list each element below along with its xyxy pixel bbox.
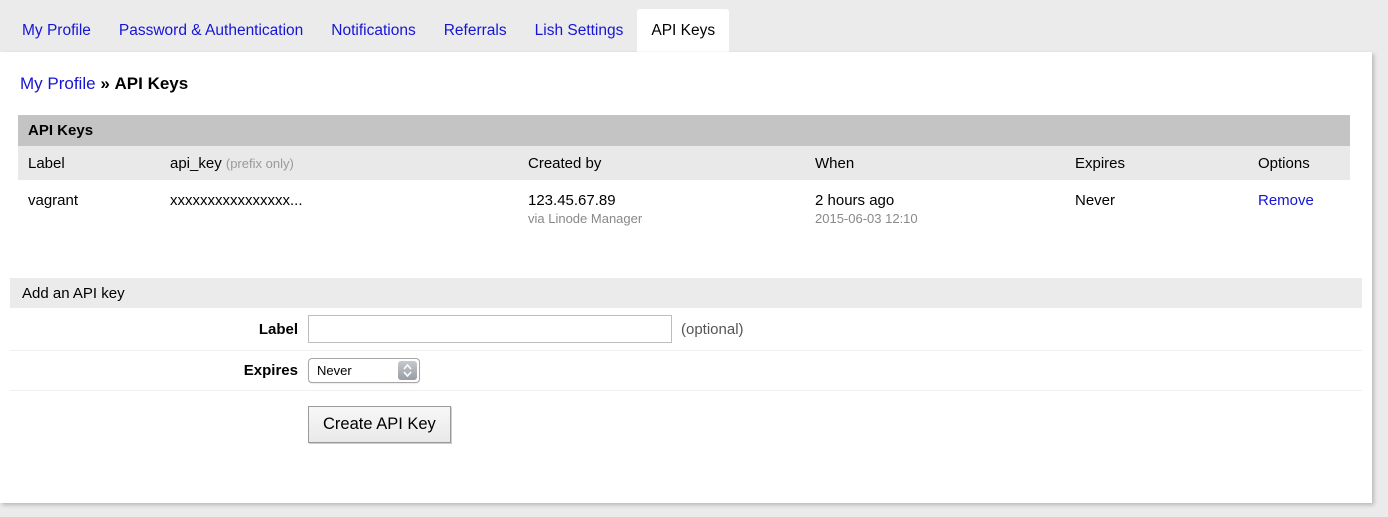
profile-tab-bar: My Profile Password & Authentication Not… <box>0 0 1388 52</box>
tab-password-authentication[interactable]: Password & Authentication <box>105 9 317 52</box>
remove-link[interactable]: Remove <box>1258 192 1314 209</box>
breadcrumb-my-profile-link[interactable]: My Profile <box>20 74 96 93</box>
cell-label: vagrant <box>18 180 160 238</box>
table-title: API Keys <box>18 115 1350 146</box>
col-header-options: Options <box>1248 146 1350 180</box>
content-panel: My Profile » API Keys API Keys Label api… <box>0 52 1372 503</box>
col-header-when: When <box>805 146 1065 180</box>
breadcrumb-separator: » <box>100 74 109 93</box>
cell-options: Remove <box>1248 180 1350 238</box>
create-api-key-button[interactable]: Create API Key <box>308 406 451 443</box>
api-keys-table: API Keys Label api_key (prefix only) Cre… <box>18 115 1350 238</box>
expires-select[interactable]: Never <box>308 358 420 383</box>
table-header-row: Label api_key (prefix only) Created by W… <box>18 146 1350 180</box>
cell-created-via: via Linode Manager <box>528 211 795 226</box>
tab-referrals[interactable]: Referrals <box>430 9 521 52</box>
label-input[interactable] <box>308 315 672 343</box>
cell-expires: Never <box>1065 180 1248 238</box>
label-field-row: Label (optional) <box>10 308 1362 350</box>
breadcrumb-current: API Keys <box>115 74 189 93</box>
submit-row: Create API Key <box>10 390 1362 450</box>
cell-when-exact: 2015-06-03 12:10 <box>815 211 1055 226</box>
label-field-label: Label <box>10 321 308 338</box>
cell-created-by: 123.45.67.89 via Linode Manager <box>518 180 805 238</box>
tab-lish-settings[interactable]: Lish Settings <box>521 9 638 52</box>
expires-field-row: Expires Never <box>10 350 1362 390</box>
col-header-created-by: Created by <box>518 146 805 180</box>
col-header-api-key: api_key (prefix only) <box>160 146 518 180</box>
col-header-expires: Expires <box>1065 146 1248 180</box>
breadcrumb: My Profile » API Keys <box>0 52 1372 94</box>
tab-my-profile[interactable]: My Profile <box>8 9 105 52</box>
select-stepper-icon <box>398 361 417 380</box>
add-section-title: Add an API key <box>10 278 1362 308</box>
col-header-api-key-note: (prefix only) <box>226 156 294 171</box>
cell-api-key: xxxxxxxxxxxxxxxx... <box>160 180 518 238</box>
label-optional-note: (optional) <box>681 321 744 338</box>
expires-field-label: Expires <box>10 362 308 379</box>
tab-notifications[interactable]: Notifications <box>317 9 429 52</box>
col-header-label: Label <box>18 146 160 180</box>
add-api-key-section: Add an API key Label (optional) Expires … <box>10 278 1362 450</box>
expires-selected-value: Never <box>309 363 398 378</box>
cell-when: 2 hours ago 2015-06-03 12:10 <box>805 180 1065 238</box>
table-row: vagrant xxxxxxxxxxxxxxxx... 123.45.67.89… <box>18 180 1350 238</box>
tab-api-keys[interactable]: API Keys <box>637 9 729 52</box>
